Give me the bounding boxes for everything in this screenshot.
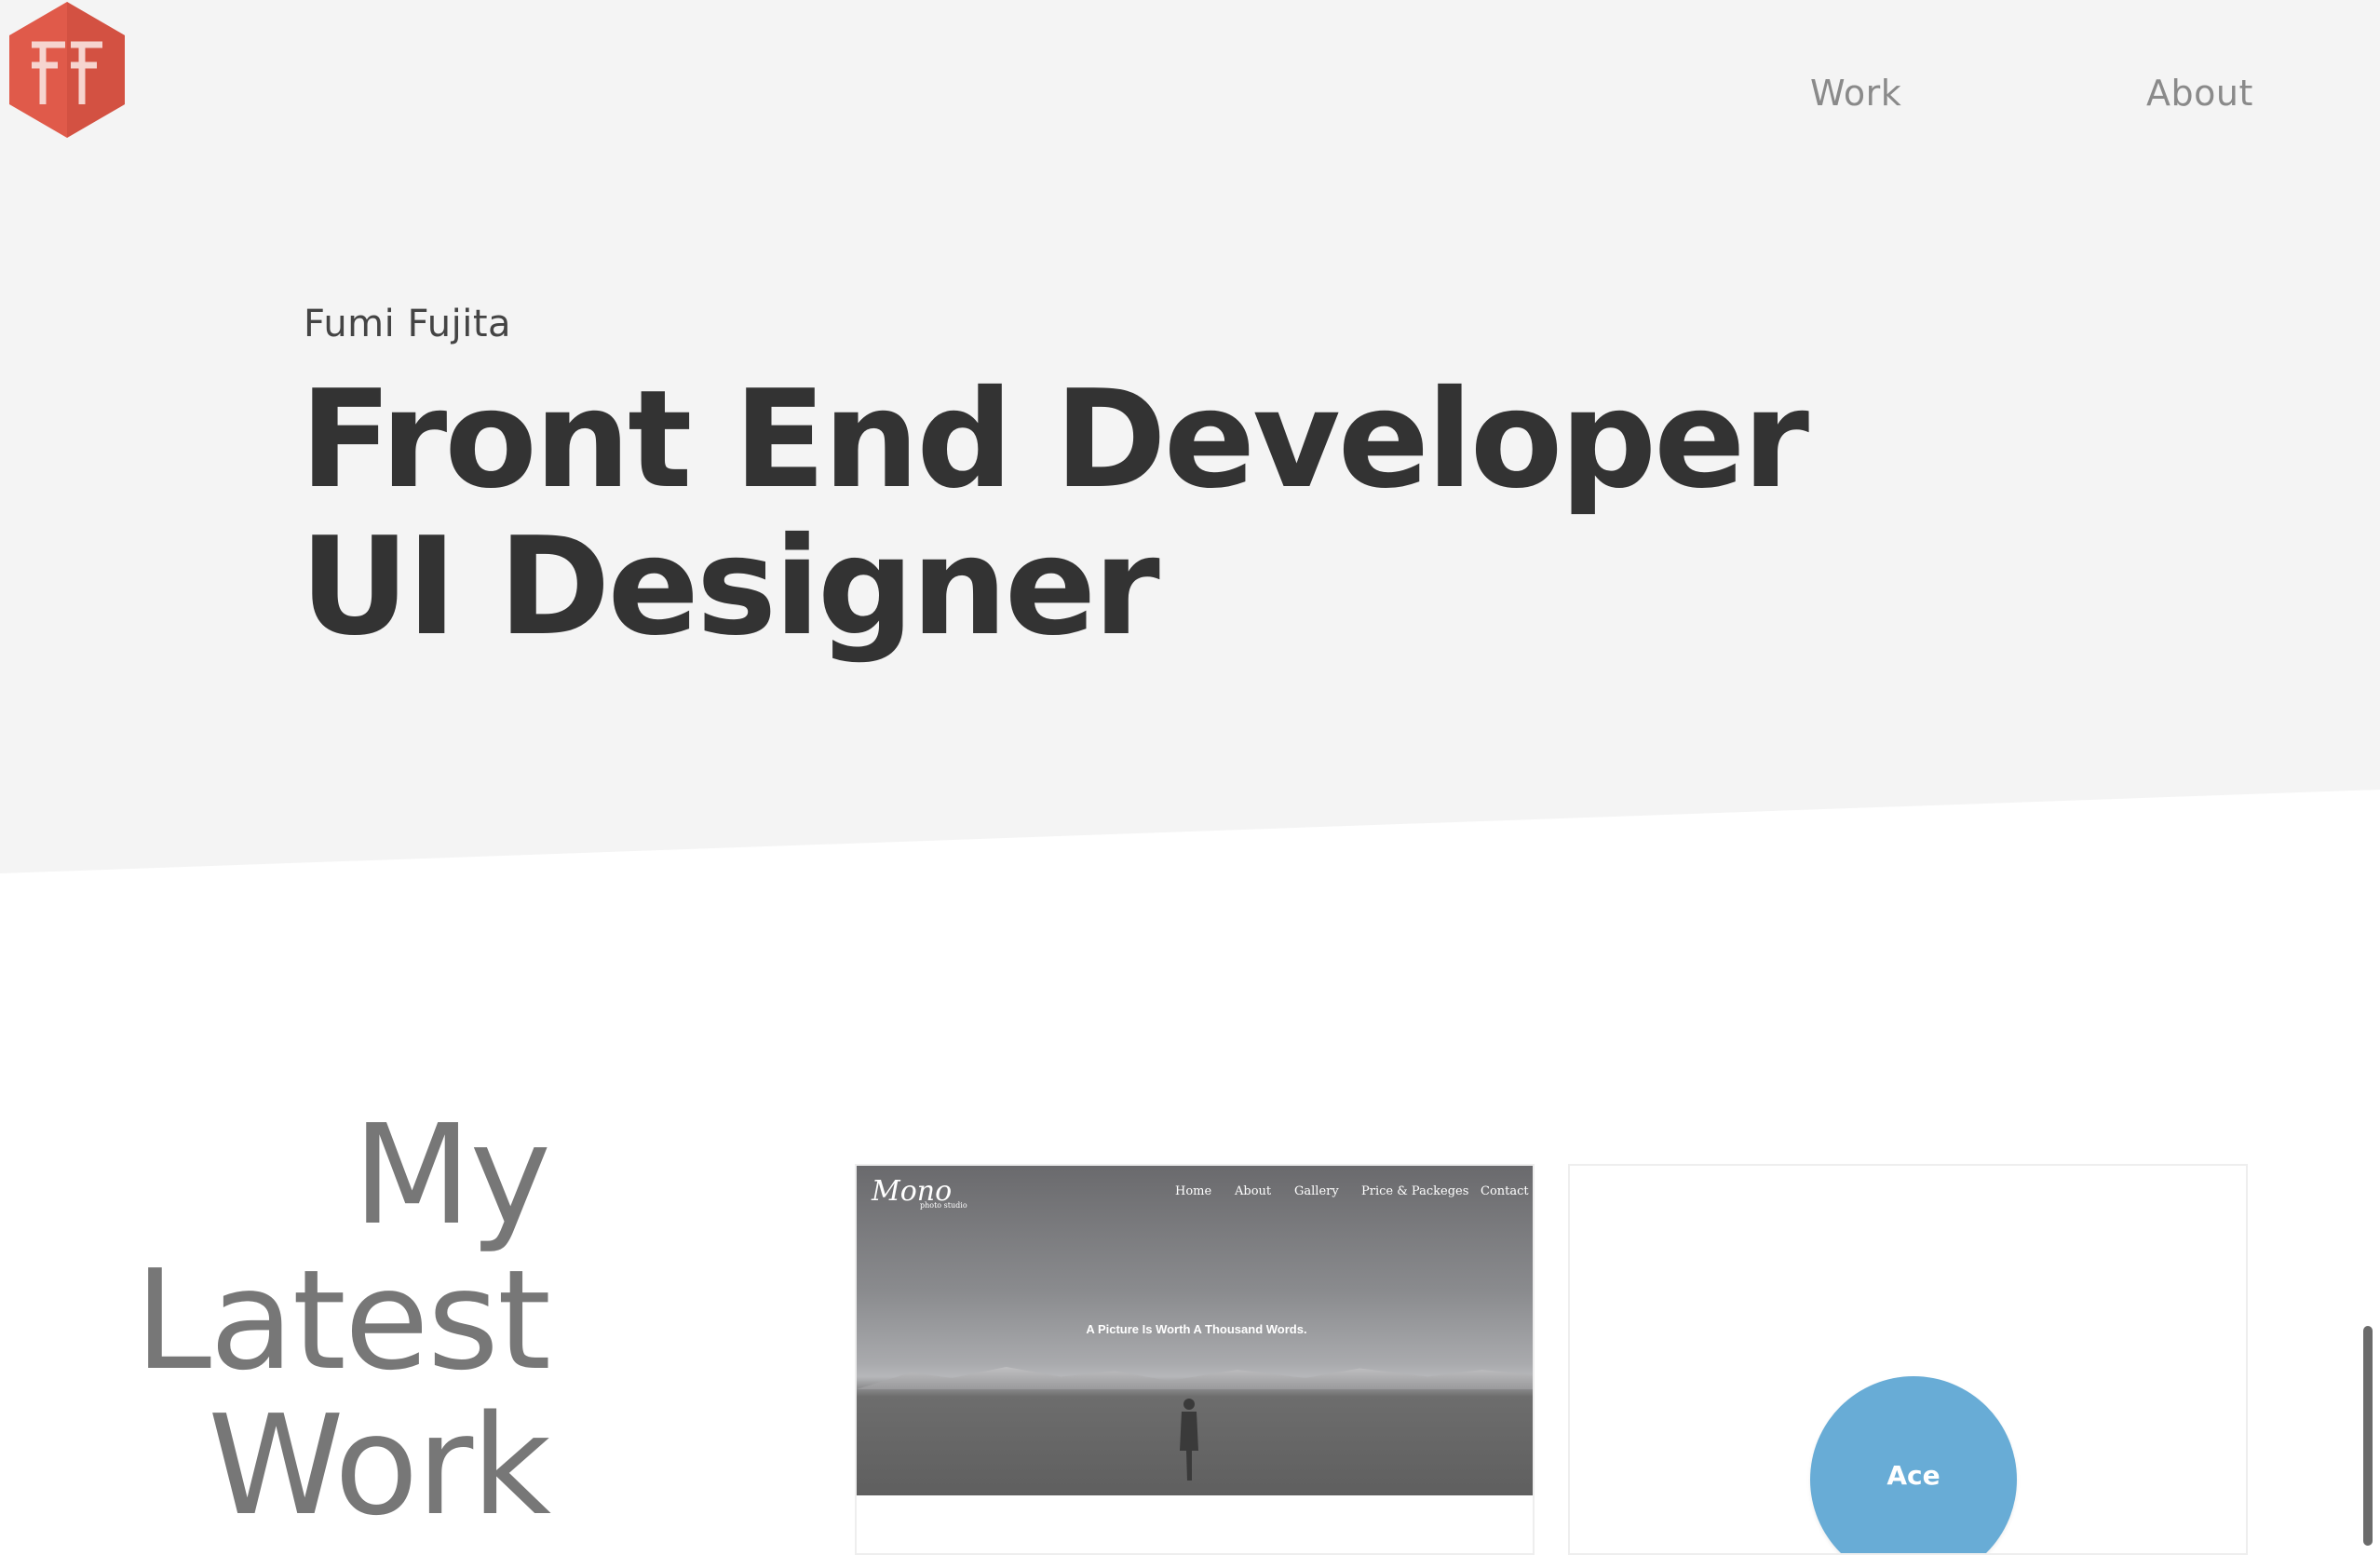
project-card-ace[interactable]: Ace: [1568, 1164, 2248, 1555]
mono-nav-price: Price & Packeges: [1361, 1184, 1469, 1198]
ff-logo-icon[interactable]: [6, 0, 128, 140]
scrollbar-thumb[interactable]: [2363, 1326, 2373, 1546]
mono-tagline: A Picture Is Worth A Thousand Words.: [1086, 1322, 1307, 1336]
person-silhouette-icon: [1180, 1399, 1198, 1481]
mono-nav-contact: Contact: [1481, 1184, 1529, 1198]
ace-badge-icon: Ace: [1810, 1376, 2017, 1553]
hero-name: Fumi Fujita: [304, 303, 512, 345]
section-heading-line: Latest: [134, 1240, 551, 1400]
ace-badge-label: Ace: [1886, 1460, 1941, 1491]
mono-nav-home: Home: [1175, 1184, 1212, 1198]
project-card-mono[interactable]: Mono photo studio Home About Gallery Pri…: [855, 1164, 1535, 1555]
nav-about-link[interactable]: About: [2146, 73, 2253, 114]
mono-logo-subtitle: photo studio: [920, 1201, 967, 1210]
mono-nav-gallery: Gallery: [1294, 1184, 1339, 1198]
project-screenshot: Mono photo studio Home About Gallery Pri…: [857, 1166, 1533, 1495]
nav-work-link[interactable]: Work: [1810, 73, 1901, 114]
section-heading: My Latest Work: [134, 1095, 551, 1546]
hero-title: Front End Developer UI Designer: [300, 361, 1809, 666]
section-heading-line: My: [352, 1095, 551, 1255]
section-heading-line: Work: [208, 1386, 551, 1546]
mono-nav-about: About: [1235, 1184, 1272, 1198]
mountains-graphic: [857, 1367, 1533, 1389]
